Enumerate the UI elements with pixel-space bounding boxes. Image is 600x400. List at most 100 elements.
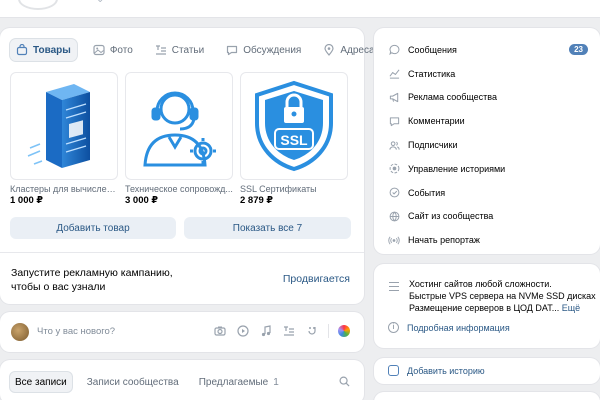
- events-icon: [388, 187, 400, 199]
- tab-label: Предлагаемые: [198, 376, 269, 388]
- background-color-icon[interactable]: [338, 325, 350, 337]
- location-icon: [324, 44, 334, 56]
- menu-item-label: Подписчики: [408, 140, 458, 151]
- menu-item-label: Статистика: [408, 68, 456, 79]
- menu-item-label: События: [408, 187, 446, 198]
- chevron-down-icon[interactable]: ⌄: [96, 0, 104, 5]
- tab-articles[interactable]: Статьи: [149, 39, 210, 61]
- search-icon[interactable]: [339, 376, 350, 387]
- feed-tabs: Все записи Записи сообщества Предлагаемы…: [10, 372, 284, 392]
- menu-item-stats[interactable]: Статистика: [388, 62, 588, 86]
- menu-item-comments[interactable]: Комментарии: [388, 109, 588, 133]
- tab-label: Все записи: [15, 376, 67, 388]
- menu-list: Сообщения 23 Статистика Реклама сообщест…: [388, 38, 588, 252]
- menu-item-ads[interactable]: Реклама сообщества: [388, 86, 588, 110]
- menu-item-site[interactable]: Сайт из сообщества: [388, 205, 588, 229]
- promote-link[interactable]: Продвигается: [283, 273, 350, 285]
- unread-badge: 23: [569, 44, 588, 56]
- menu-lines-icon: [389, 282, 399, 294]
- product-thumbnail[interactable]: SSL: [240, 72, 348, 180]
- product-card[interactable]: Техническое сопровожд... 3 000 ₽: [125, 72, 233, 206]
- product-card[interactable]: Кластеры для вычислен... 1 000 ₽: [10, 72, 118, 206]
- ad-line: Размещение серверов в ЦОД DAT...: [409, 303, 560, 313]
- tab-all-posts[interactable]: Все записи: [10, 372, 72, 392]
- post-composer: Что у вас нового?: [0, 312, 364, 352]
- product-thumbnail[interactable]: [10, 72, 118, 180]
- support-operator-icon: [143, 91, 216, 167]
- menu-item-stories[interactable]: Управление историями: [388, 157, 588, 181]
- server-rack-icon: [27, 84, 90, 168]
- composer-tools: [213, 324, 350, 338]
- ad-line: Быстрые VPS сервера на NVMe SSD дисках: [409, 291, 596, 301]
- menu-item-broadcast[interactable]: Начать репортаж: [388, 228, 588, 252]
- product-name[interactable]: Техническое сопровожд...: [125, 184, 233, 194]
- clip-icon[interactable]: [305, 324, 319, 338]
- music-icon[interactable]: [259, 324, 273, 338]
- menu-item-subscribers[interactable]: Подписчики: [388, 133, 588, 157]
- add-product-button[interactable]: Добавить товар: [10, 217, 176, 239]
- details-link[interactable]: i Подробная информация: [388, 322, 510, 333]
- tab-count: 1: [273, 376, 279, 388]
- tab-label: Статьи: [171, 44, 205, 56]
- camera-icon[interactable]: [213, 324, 227, 338]
- ad-line: Хостинг сайтов любой сложности.: [409, 279, 552, 289]
- menu-item-label: Комментарии: [408, 116, 465, 127]
- details-label: Подробная информация: [407, 322, 510, 333]
- tab-label: Записи сообщества: [86, 376, 179, 388]
- tab-label: Обсуждения: [243, 44, 302, 56]
- ad-line-3: Размещение серверов в ЦОД DAT... Ещё: [409, 302, 599, 314]
- avatar[interactable]: [11, 323, 29, 341]
- stats-icon: [388, 68, 400, 80]
- tab-label: Фото: [109, 44, 133, 56]
- articles-icon: [155, 45, 166, 55]
- add-story-card[interactable]: Добавить историю: [374, 358, 600, 384]
- show-all-products-button[interactable]: Показать все 7: [184, 217, 351, 239]
- tab-photo[interactable]: Фото: [87, 39, 139, 61]
- feed-card: Все записи Записи сообщества Предлагаемы…: [0, 360, 364, 400]
- tab-discussions[interactable]: Обсуждения: [220, 39, 307, 61]
- menu-item-label: Сообщения: [408, 44, 457, 55]
- site-icon: [388, 210, 400, 222]
- top-strip: ⌄: [0, 0, 600, 18]
- megaphone-icon: [388, 91, 400, 103]
- tab-community-posts[interactable]: Записи сообщества: [82, 372, 184, 392]
- divider: [328, 324, 329, 338]
- ssl-shield-icon: SSL: [255, 80, 333, 172]
- stories-icon: [388, 163, 400, 175]
- info-icon: i: [388, 322, 399, 333]
- divider: [0, 252, 364, 253]
- product-price: 3 000 ₽: [125, 195, 159, 206]
- tab-addresses[interactable]: Адреса: [317, 39, 380, 61]
- section-tabs: Товары Фото Статьи Обсуждения Адреса: [10, 39, 381, 61]
- add-story-button[interactable]: Добавить историю: [388, 365, 485, 376]
- cover-avatar-edge: [18, 0, 58, 10]
- video-icon[interactable]: [236, 324, 250, 338]
- product-thumbnail[interactable]: [125, 72, 233, 180]
- promo-text: Запустите рекламную кампанию, чтобы о ва…: [11, 267, 173, 293]
- bag-icon: [16, 44, 28, 56]
- users-icon: [388, 139, 400, 151]
- menu-item-messages[interactable]: Сообщения 23: [388, 38, 588, 62]
- product-list: Кластеры для вычислен... 1 000 ₽ Техниче…: [10, 72, 348, 206]
- menu-item-label: Управление историями: [408, 163, 506, 174]
- products-card: Товары Фото Статьи Обсуждения Адреса Кла…: [0, 28, 375, 304]
- tab-label: Товары: [33, 44, 71, 56]
- product-card[interactable]: SSL SSL Сертификаты 2 879 ₽: [240, 72, 348, 206]
- tab-label: Адреса: [340, 44, 375, 56]
- next-card: [374, 392, 600, 400]
- article-icon[interactable]: [282, 324, 296, 338]
- tab-products[interactable]: Товары: [10, 39, 77, 61]
- community-menu: Сообщения 23 Статистика Реклама сообщест…: [374, 28, 600, 254]
- photo-icon: [93, 44, 105, 56]
- show-more-link[interactable]: Ещё: [562, 303, 580, 313]
- add-story-label: Добавить историю: [407, 365, 485, 376]
- product-price: 1 000 ₽: [10, 195, 44, 206]
- menu-item-events[interactable]: События: [388, 181, 588, 205]
- tab-suggested[interactable]: Предлагаемые 1: [194, 372, 284, 392]
- menu-item-label: Сайт из сообщества: [408, 211, 494, 222]
- product-name[interactable]: SSL Сертификаты: [240, 184, 348, 194]
- story-icon: [388, 365, 399, 376]
- product-name[interactable]: Кластеры для вычислен...: [10, 184, 118, 194]
- menu-item-label: Реклама сообщества: [408, 92, 497, 103]
- post-input[interactable]: Что у вас нового?: [37, 326, 115, 337]
